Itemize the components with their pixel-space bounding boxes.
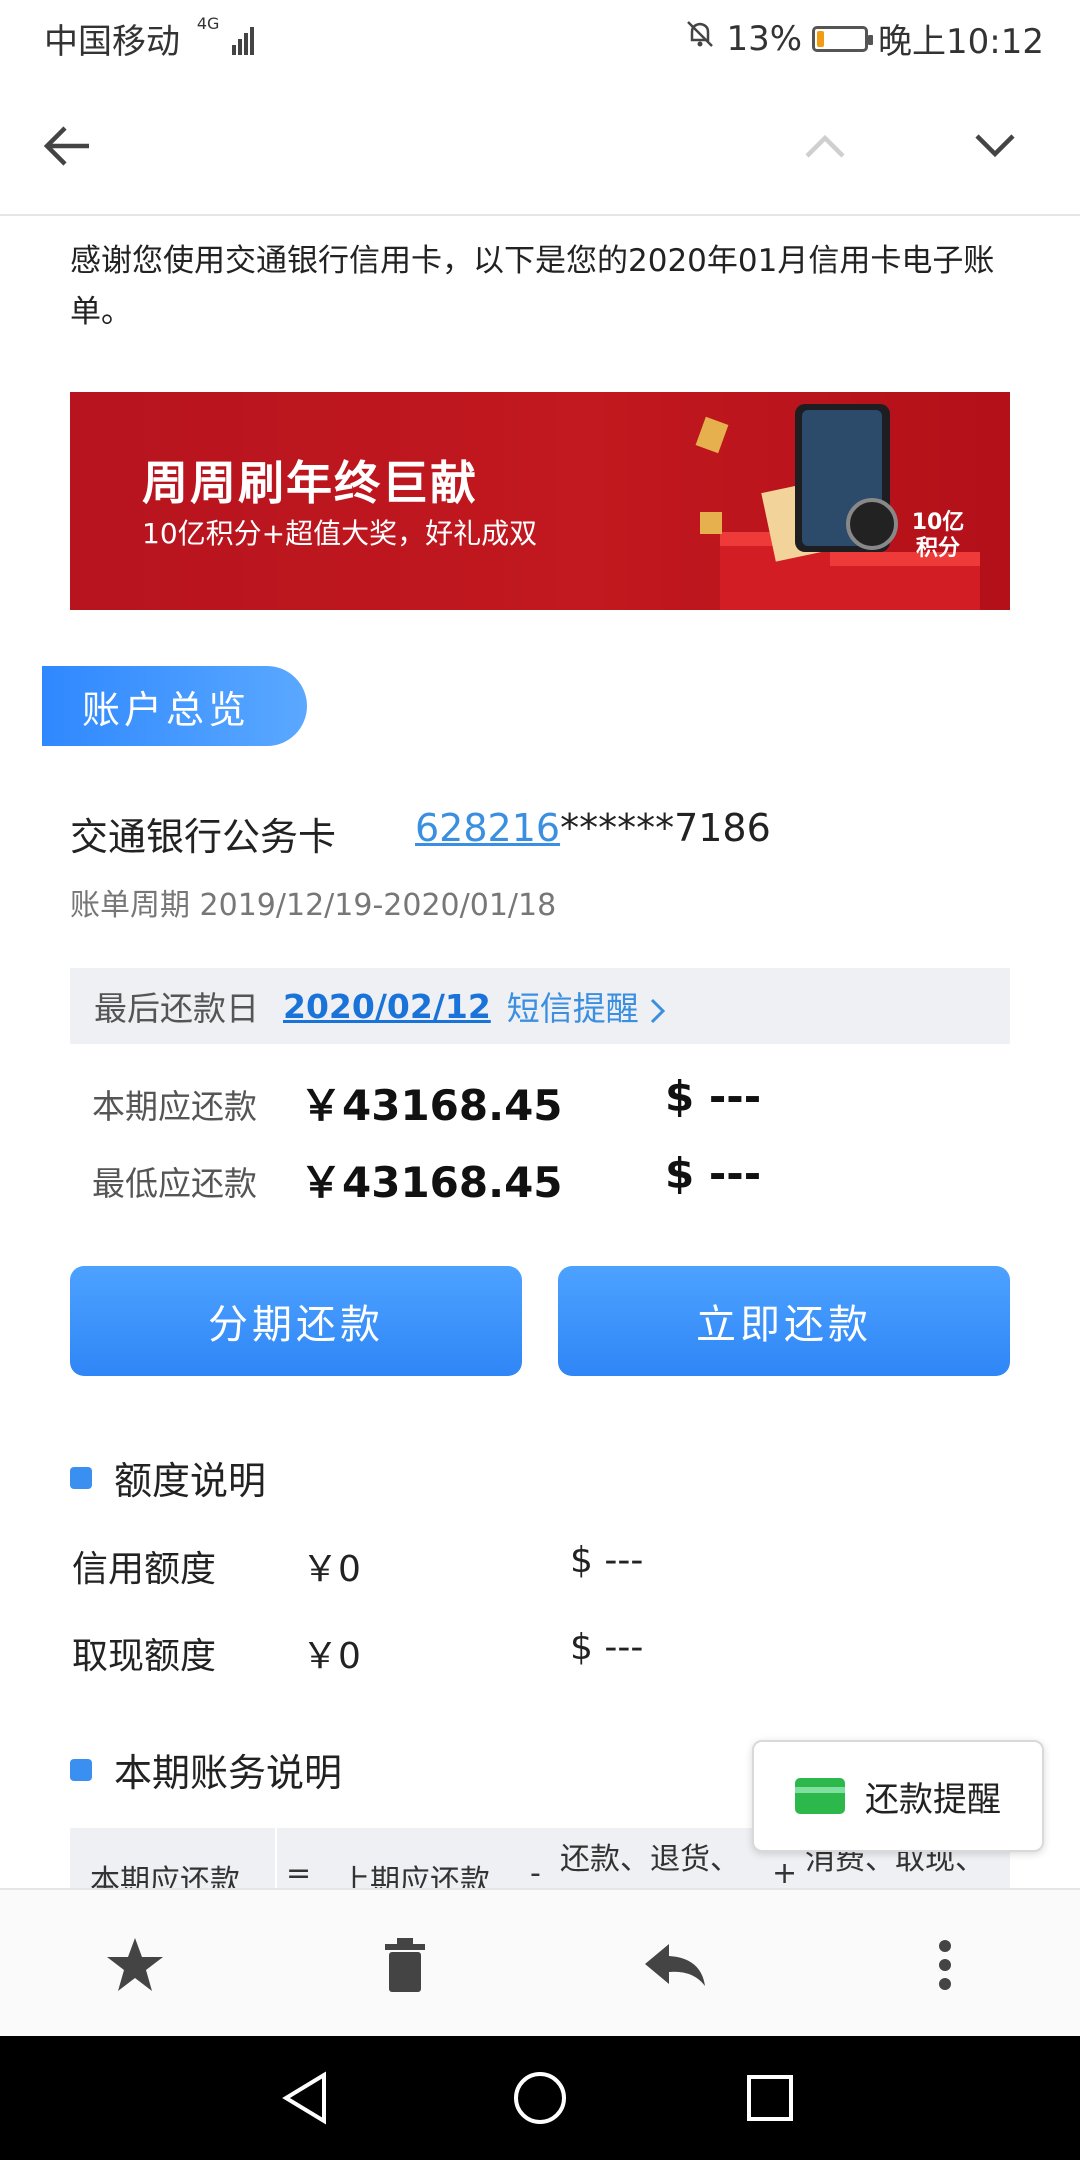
card-name: 交通银行公务卡 (70, 815, 337, 859)
min-payment-cny: ￥43168.45 (300, 1158, 563, 1207)
system-nav-bar (0, 2036, 1080, 2160)
chevron-up-icon[interactable] (790, 116, 860, 176)
battery-icon (812, 25, 874, 52)
table-divider (275, 1828, 277, 1888)
installment-button[interactable]: 分期还款 (70, 1266, 522, 1376)
arrow-left-icon[interactable] (32, 116, 102, 176)
mail-toolbar (0, 76, 1080, 216)
carrier-label: 中国移动 (44, 22, 180, 62)
home-circle-icon[interactable] (505, 2066, 575, 2130)
star-icon[interactable] (100, 1930, 170, 2000)
card-number: 628216******7186 (415, 806, 771, 850)
card-number-masked: ******7186 (560, 806, 771, 850)
section-bullet-icon (70, 1466, 92, 1489)
table-header-cell: = (286, 1856, 312, 1888)
sms-reminder-label: 短信提醒 (506, 989, 639, 1028)
banner-badge: 10亿积分 (911, 510, 965, 561)
card-number-link[interactable]: 628216 (415, 806, 560, 850)
intro-text: 感谢您使用交通银行信用卡，以下是您的2020年01月信用卡电子账单。 (70, 243, 995, 330)
recents-square-icon[interactable] (735, 2066, 805, 2130)
min-payment-label: 最低应还款 (92, 1164, 257, 1203)
trash-icon[interactable] (370, 1930, 440, 2000)
payment-usd: $ --- (665, 1072, 762, 1121)
table-header-cell: 上期应还款 (340, 1864, 490, 1888)
section-title-overview: 账户总览 (42, 666, 307, 746)
due-date-label: 最后还款日 (94, 989, 259, 1028)
status-bar: 中国移动 4G 13% 晚上10:12 (0, 0, 1080, 76)
min-payment-usd: $ --- (665, 1149, 762, 1198)
payment-cny: ￥43168.45 (300, 1081, 563, 1130)
gift-illustration (695, 404, 980, 610)
battery-fill (817, 30, 824, 47)
back-triangle-icon[interactable] (270, 2066, 340, 2130)
sms-reminder-link[interactable]: 短信提醒 (507, 982, 668, 1030)
section-bullet-icon (70, 1758, 92, 1781)
statement-section-heading: 本期账务说明 (70, 1742, 342, 1797)
wallet-icon (795, 1778, 845, 1814)
chevron-right-icon (651, 998, 666, 1023)
chevron-down-icon[interactable] (960, 116, 1030, 176)
credit-limit-cny: ￥0 (302, 1549, 361, 1590)
cash-limit-label: 取现额度 (72, 1636, 217, 1677)
clock: 晚上10:12 (878, 22, 1044, 62)
due-date-value[interactable]: 2020/02/12 (283, 987, 491, 1026)
signal-icon (232, 24, 256, 64)
pay-now-button[interactable]: 立即还款 (558, 1266, 1010, 1376)
reply-icon[interactable] (640, 1930, 710, 2000)
table-header-cell: 本期应还款 (90, 1864, 240, 1888)
battery-percent: 13% (726, 18, 803, 59)
network-label: 4G (196, 14, 220, 33)
table-header-cell: + (772, 1856, 798, 1888)
due-date-bar: 最后还款日 2020/02/12 短信提醒 (70, 968, 1010, 1044)
cash-limit-cny: ￥0 (302, 1636, 361, 1677)
repayment-reminder-button[interactable]: 还款提醒 (752, 1740, 1044, 1852)
payment-label: 本期应还款 (92, 1087, 257, 1126)
credit-section-heading: 额度说明 (70, 1450, 266, 1505)
status-right: 13% 晚上10:12 (684, 14, 1044, 63)
more-vertical-icon[interactable] (910, 1930, 980, 2000)
banner-subtitle: 10亿积分+超值大奖，好礼成双 (142, 517, 538, 550)
bottom-action-bar (0, 1888, 1080, 2038)
status-left: 中国移动 4G (44, 14, 256, 64)
cash-limit-usd: $ --- (570, 1627, 644, 1668)
table-header-cell: - (530, 1856, 541, 1888)
statement-section-title: 本期账务说明 (114, 1751, 343, 1795)
promo-banner[interactable]: 周周刷年终巨献 10亿积分+超值大奖，好礼成双 10亿积分 (70, 392, 1010, 610)
credit-limit-label: 信用额度 (72, 1549, 217, 1590)
repayment-reminder-label: 还款提醒 (865, 1779, 1001, 1820)
mute-bell-icon (684, 18, 716, 59)
credit-limit-usd: $ --- (570, 1540, 644, 1581)
banner-title: 周周刷年终巨献 (142, 456, 478, 510)
credit-section-title: 额度说明 (114, 1459, 267, 1503)
table-header-cell: 还款、退货、 (560, 1842, 740, 1877)
billing-period: 账单周期 2019/12/19-2020/01/18 (70, 888, 557, 923)
